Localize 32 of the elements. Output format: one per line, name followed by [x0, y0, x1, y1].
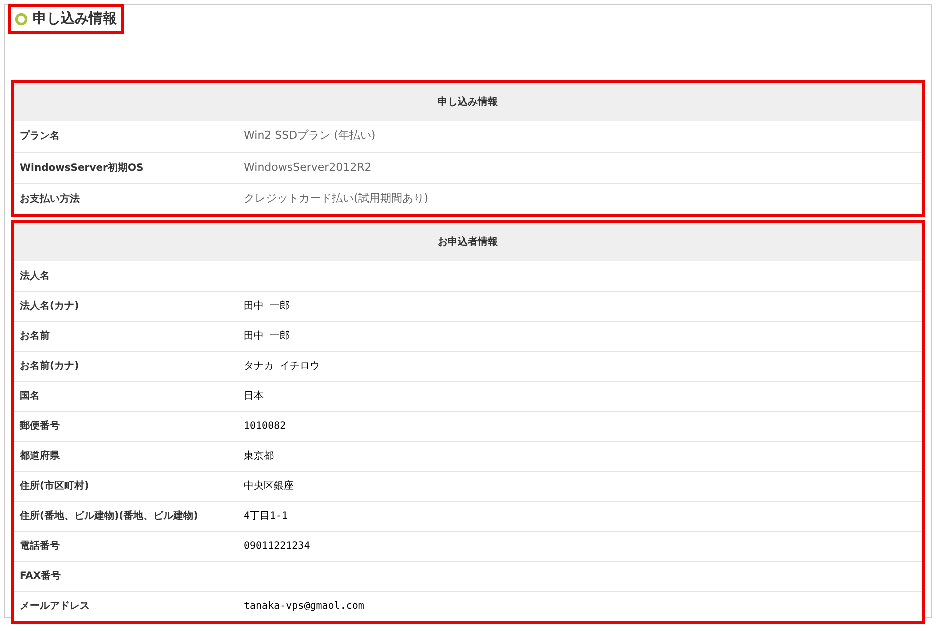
circle-icon — [15, 12, 28, 26]
field-label: WindowsServer初期OS — [19, 161, 145, 176]
field-label: 法人名 — [19, 270, 51, 284]
field-label: 電話番号 — [19, 540, 61, 554]
field-value: 中央区銀座 — [244, 480, 294, 494]
field-value: WindowsServer2012R2 — [244, 160, 372, 176]
field-value: Win2 SSDプラン (年払い) — [244, 128, 376, 144]
field-value: 東京都 — [244, 450, 274, 464]
field-value: 日本 — [244, 390, 264, 404]
field-label: メールアドレス — [19, 600, 91, 614]
field-label: 郵便番号 — [18, 420, 61, 434]
field-value: タナカ イチロウ — [244, 360, 320, 374]
field-value: クレジットカード払い(試用期間あり) — [244, 190, 429, 207]
field-label: お支払い方法 — [19, 192, 81, 206]
field-value: 田中 一郎 — [244, 330, 290, 344]
field-value: 4丁目1-1 — [244, 510, 288, 524]
field-label: お名前(カナ) — [19, 360, 80, 374]
field-label: プラン名 — [19, 129, 61, 144]
field-value: tanaka-vps@gmaol.com — [244, 600, 364, 614]
field-label: FAX番号 — [19, 570, 62, 584]
field-label: 都道府県 — [19, 449, 61, 464]
field-value: 田中 一郎 — [244, 300, 290, 314]
table-title: 申し込み情報 — [438, 96, 498, 110]
field-label: 住所(番地、ビル建物)(番地、ビル建物) — [18, 510, 200, 524]
field-value: 09011221234 — [244, 540, 310, 554]
field-label: お名前 — [19, 330, 51, 344]
field-label: 住所(市区町村) — [18, 479, 90, 494]
page-title: 申し込み情報 — [33, 10, 117, 28]
field-label: 国名 — [19, 390, 41, 404]
table-title: お申込者情報 — [438, 236, 498, 250]
field-value: 1010082 — [244, 420, 286, 434]
field-label: 法人名(カナ) — [19, 300, 80, 314]
